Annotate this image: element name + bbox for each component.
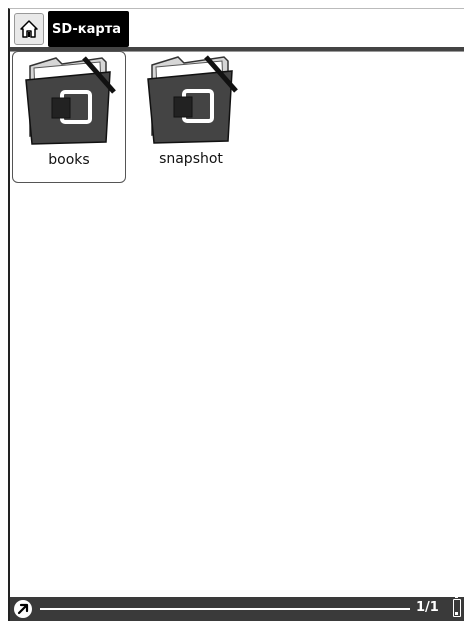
home-icon	[20, 20, 38, 38]
arrow-up-right-icon	[17, 603, 29, 615]
battery-icon	[453, 596, 461, 617]
page-progress-bar	[40, 608, 410, 610]
file-name: books	[48, 152, 90, 168]
home-button[interactable]	[14, 13, 44, 45]
location-tab-label: SD-карта	[52, 21, 121, 37]
screen-frame: SD-карта books snapshot 1/1	[8, 8, 464, 621]
file-name: snapshot	[159, 151, 223, 167]
page-number: 1/1	[416, 600, 439, 615]
file-item-snapshot[interactable]: snapshot	[134, 51, 248, 183]
battery-level-fill	[455, 612, 458, 615]
menu-button[interactable]	[14, 600, 32, 618]
folder-icon	[25, 56, 116, 145]
status-bar: 1/1	[10, 596, 464, 621]
location-tab[interactable]: SD-карта	[48, 11, 129, 47]
header: SD-карта	[10, 9, 464, 52]
file-item-books[interactable]: books	[12, 51, 126, 183]
folder-icon	[147, 55, 238, 144]
